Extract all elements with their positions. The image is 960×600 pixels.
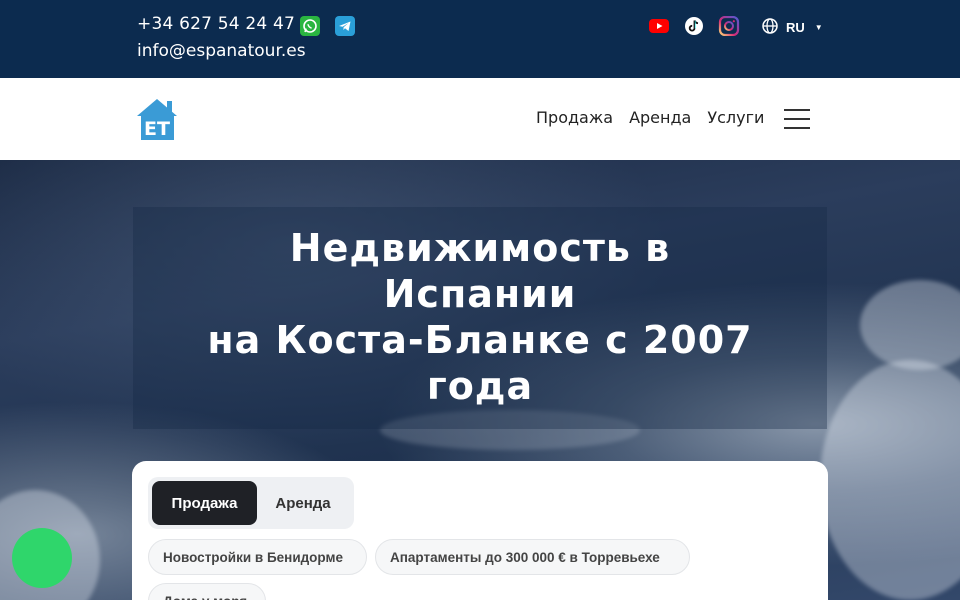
email-link[interactable]: info@espanatour.es (137, 41, 306, 61)
hero-title-line: Испании (383, 272, 577, 316)
telegram-icon[interactable] (335, 16, 355, 36)
phone-link[interactable]: +34 627 54 24 47 (137, 14, 295, 34)
nav-links: Продажа Аренда Услуги (536, 108, 764, 127)
tiktok-icon[interactable] (683, 16, 705, 36)
hero-title-line: года (426, 364, 534, 408)
logo-text: ET (144, 118, 170, 140)
nav-link-sale[interactable]: Продажа (536, 108, 613, 127)
main-navbar: ET Продажа Аренда Услуги (0, 78, 960, 160)
top-bar: +34 627 54 24 47 info@espanatour.es RU ▼ (0, 0, 960, 78)
quick-filter-chip[interactable]: Апартаменты до 300 000 € в Торревьехе (375, 539, 690, 575)
nav-link-rent[interactable]: Аренда (629, 108, 691, 127)
language-selector[interactable]: RU ▼ (762, 18, 823, 37)
hero-title-line: Недвижимость в (289, 226, 671, 270)
quick-filter-chip[interactable]: Дома у моря (148, 583, 266, 600)
globe-icon (762, 18, 778, 37)
youtube-icon[interactable] (648, 16, 670, 36)
chat-button[interactable] (12, 528, 72, 588)
whatsapp-icon[interactable] (300, 16, 320, 36)
site-logo[interactable]: ET (134, 96, 180, 142)
quick-filter-chip[interactable]: Новостройки в Бенидорме (148, 539, 367, 575)
nav-link-services[interactable]: Услуги (707, 108, 764, 127)
instagram-icon[interactable] (718, 15, 740, 37)
hero-title-line: на Коста-Бланке с 2007 (207, 318, 753, 362)
language-label: RU (786, 20, 805, 35)
hero-title: Недвижимость в Испании на Коста-Бланке с… (133, 225, 827, 409)
chevron-down-icon: ▼ (814, 23, 823, 32)
hamburger-icon[interactable] (784, 109, 810, 129)
tab-rent[interactable]: Аренда (257, 481, 349, 525)
tab-sale[interactable]: Продажа (152, 481, 257, 525)
